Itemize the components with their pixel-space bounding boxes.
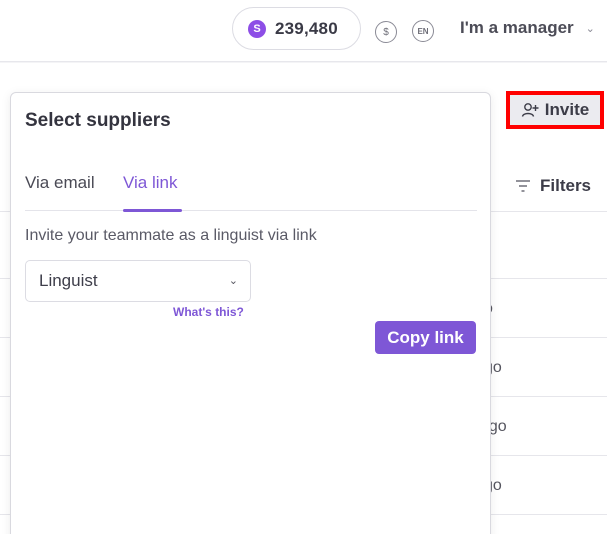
top-bar: S 239,480 $ EN I'm a manager ⌄ xyxy=(0,0,607,62)
whats-this-link[interactable]: What's this? xyxy=(173,305,244,319)
balance-value: 239,480 xyxy=(275,18,338,38)
invite-label: Invite xyxy=(544,100,590,119)
coin-icon: S xyxy=(248,19,266,38)
tab-via-link[interactable]: Via link xyxy=(123,173,178,211)
invite-description: Invite your teammate as a linguist via l… xyxy=(25,227,317,244)
role-select-value: Linguist xyxy=(39,271,98,290)
chevron-down-icon: ⌄ xyxy=(585,22,595,35)
role-select[interactable]: Linguist ⌄ xyxy=(25,260,251,302)
filter-icon xyxy=(516,180,530,192)
filters-button[interactable]: Filters xyxy=(515,175,591,197)
tab-bar: Via email Via link xyxy=(25,173,477,212)
role-selector[interactable]: I'm a manager ⌄ xyxy=(460,17,595,39)
language-icon[interactable]: EN xyxy=(412,20,434,42)
add-user-icon xyxy=(521,103,539,117)
dialog-title: Select suppliers xyxy=(25,110,171,131)
copy-link-button[interactable]: Copy link xyxy=(375,321,476,354)
active-tab-indicator xyxy=(123,209,182,212)
role-selector-label: I'm a manager xyxy=(460,18,574,37)
tab-via-email[interactable]: Via email xyxy=(25,173,95,211)
filters-label: Filters xyxy=(540,176,592,195)
dollar-icon[interactable]: $ xyxy=(375,21,397,43)
invite-button[interactable]: Invite xyxy=(509,94,601,126)
chevron-down-icon: ⌄ xyxy=(228,275,238,287)
select-suppliers-dialog: Select suppliers Via email Via link Invi… xyxy=(10,92,491,534)
balance-pill[interactable]: S 239,480 xyxy=(232,7,361,50)
